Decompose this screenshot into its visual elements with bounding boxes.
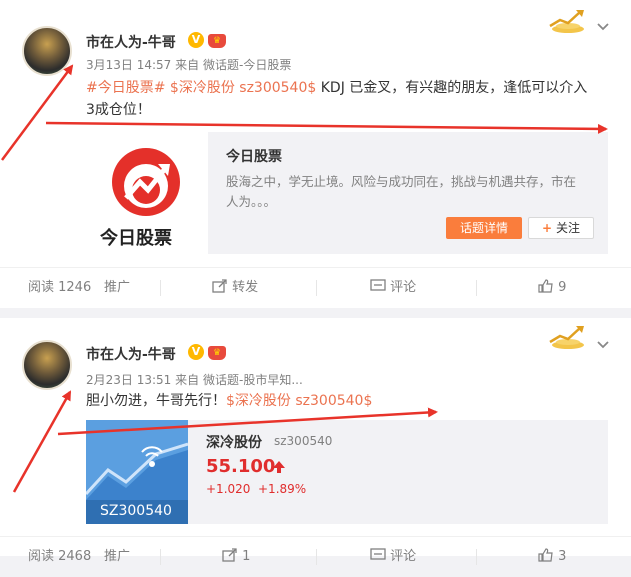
source-prefix: 来自: [175, 373, 200, 387]
post-source[interactable]: 微话题-今日股票: [203, 58, 291, 72]
stock-price: 55.100: [206, 456, 276, 477]
comment-label: 评论: [390, 280, 417, 295]
chevron-down-icon[interactable]: [596, 338, 610, 354]
stock-rise-decoration-icon: [549, 326, 584, 349]
post-text-line2: 3成仓位！: [86, 102, 151, 118]
post-text: 胆小勿进，牛哥先行！$深冷股份 sz300540$: [86, 390, 616, 412]
post-text-rest: KDJ 已金叉，有兴趣的朋友，逢低可以介入: [316, 80, 588, 96]
comment-icon: [370, 548, 386, 560]
repost-icon: [212, 279, 227, 293]
divider: [316, 280, 317, 296]
post-text-plain: 胆小勿进，牛哥先行！: [86, 393, 226, 409]
promote-button[interactable]: 推广: [104, 268, 130, 308]
post-time[interactable]: 3月13日 14:57: [86, 58, 171, 72]
read-count: 阅读 1246: [28, 280, 92, 295]
plus-icon: +: [542, 221, 553, 235]
author-name[interactable]: 市在人为-牛哥: [86, 344, 176, 364]
comment-label: 评论: [390, 549, 417, 564]
author-name[interactable]: 市在人为-牛哥: [86, 32, 176, 52]
weibo-post-2: 市在人为-牛哥 V ♛ 2月23日 13:51 来自 微话题-股市早知... 胆…: [0, 318, 631, 565]
like-button[interactable]: 9: [538, 268, 566, 308]
stock-change: +1.020: [206, 482, 251, 496]
follow-button-label: 关注: [555, 221, 580, 235]
stock-image-code: SZ300540: [100, 503, 172, 519]
promote-button[interactable]: 推广: [104, 537, 130, 577]
repost-label: 转发: [232, 280, 259, 295]
comment-button[interactable]: 评论: [370, 537, 416, 577]
post-meta: 2月23日 13:51 来自 微话题-股市早知...: [86, 371, 303, 388]
stock-code: sz300540: [274, 434, 333, 448]
like-count: 9: [558, 280, 567, 295]
comment-icon: [370, 279, 386, 291]
avatar[interactable]: [22, 26, 72, 76]
topic-detail-button[interactable]: 话题详情: [446, 217, 522, 239]
repost-button[interactable]: 转发: [212, 268, 258, 308]
post-source[interactable]: 微话题-股市早知...: [203, 373, 303, 387]
stock-card[interactable]: SZ300540 深冷股份 sz300540 55.100 +1.020 +1.…: [86, 420, 608, 524]
post-text: #今日股票# $深冷股份 sz300540$ KDJ 已金叉，有兴趣的朋友，逢低…: [86, 77, 616, 121]
read-count: 阅读 2468: [28, 549, 92, 564]
vip-crown-icon: ♛: [208, 346, 226, 360]
link-card-desc: 股海之中，学无止境。风险与成功同在，挑战与机遇共存，市在 人为。。。: [226, 172, 596, 212]
repost-count: 1: [242, 549, 251, 564]
like-count: 3: [558, 549, 567, 564]
verified-icon: V: [188, 32, 204, 48]
post-meta: 3月13日 14:57 来自 微话题-今日股票: [86, 56, 291, 73]
follow-button[interactable]: + 关注: [528, 217, 594, 239]
vip-crown-icon: ♛: [208, 34, 226, 48]
stock-name[interactable]: 深冷股份: [206, 432, 262, 452]
chevron-down-icon[interactable]: [596, 20, 610, 36]
stock-tag-link[interactable]: $深冷股份 sz300540$: [170, 80, 316, 96]
stock-chart-thumbnail: SZ300540: [86, 420, 188, 524]
stock-change-percent: +1.89%: [258, 482, 307, 496]
avatar[interactable]: [22, 340, 72, 390]
repost-icon: [222, 548, 237, 562]
logo-text: 今日股票: [100, 228, 172, 249]
link-card-desc-line2: 人为。。。: [226, 194, 277, 209]
topic-logo: 今日股票: [86, 132, 208, 254]
like-button[interactable]: 3: [538, 537, 566, 577]
divider: [160, 280, 161, 296]
arrow-up-icon: [273, 461, 285, 473]
comment-button[interactable]: 评论: [370, 268, 416, 308]
source-prefix: 来自: [175, 58, 200, 72]
divider: [160, 549, 161, 565]
repost-button[interactable]: 1: [222, 537, 250, 577]
post-action-bar: 阅读 2468 推广 1 评论 3: [0, 536, 631, 577]
stock-tag-link[interactable]: $深冷股份 sz300540$: [226, 393, 372, 409]
post-time[interactable]: 2月23日 13:51: [86, 373, 171, 387]
post-action-bar: 阅读 1246 推广 转发 评论 9: [0, 267, 631, 308]
link-card-desc-line1: 股海之中，学无止境。风险与成功同在，挑战与机遇共存，市在: [226, 174, 577, 189]
verified-icon: V: [188, 344, 204, 360]
divider: [476, 549, 477, 565]
thumbs-up-icon: [538, 548, 553, 562]
weibo-post-1: 市在人为-牛哥 V ♛ 3月13日 14:57 来自 微话题-今日股票 #今日股…: [0, 0, 631, 308]
stock-rise-decoration-icon: [549, 10, 584, 33]
topic-link-card[interactable]: 今日股票 今日股票 股海之中，学无止境。风险与成功同在，挑战与机遇共存，市在 人…: [86, 132, 608, 254]
divider: [316, 549, 317, 565]
thumbs-up-icon: [538, 279, 553, 293]
divider: [476, 280, 477, 296]
topic-tag-link[interactable]: #今日股票#: [86, 80, 165, 96]
link-card-title[interactable]: 今日股票: [226, 146, 282, 166]
